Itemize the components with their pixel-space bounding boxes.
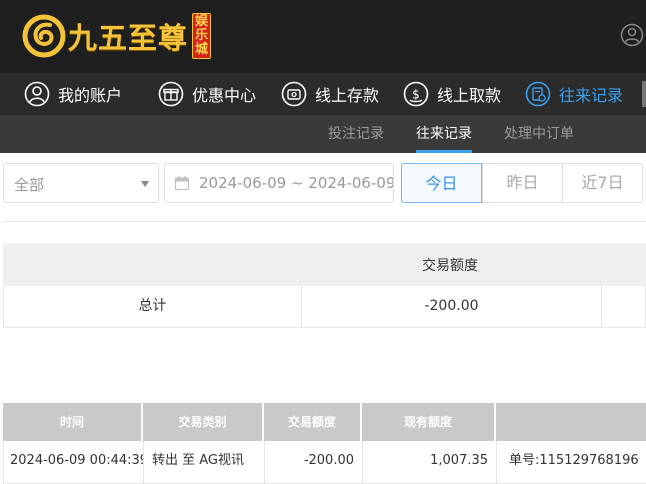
nav-item-label: 优惠中心	[192, 86, 257, 105]
summary-row: 总计 -200.00	[3, 286, 646, 328]
withdraw-icon: $	[403, 81, 429, 107]
nav-item-label: 往来记录	[559, 86, 624, 105]
quick-date-group: 今日 昨日 近7日	[401, 163, 643, 203]
calendar-icon	[174, 176, 190, 191]
main-nav: 我的账户 优惠中心 线上存款 $ 线上取款 往来记录	[0, 73, 646, 115]
nav-overflow-edge	[642, 81, 646, 107]
nav-item-promotions[interactable]: 优惠中心	[158, 73, 256, 115]
sub-nav: 投注记录 往来记录 处理中订单	[0, 115, 646, 153]
chevron-down-icon	[141, 181, 149, 187]
column-header-type: 交易类别	[143, 403, 264, 441]
brand-name: 九五至尊	[68, 21, 189, 55]
cell-time: 2024-06-09 00:44:39	[4, 441, 144, 483]
svg-text:$: $	[412, 88, 420, 102]
nav-item-online-withdraw[interactable]: $ 线上取款	[403, 73, 501, 115]
column-header-time: 时间	[3, 403, 143, 441]
column-header-balance: 现有额度	[362, 403, 496, 441]
column-header-amount: 交易额度	[264, 403, 362, 441]
section-divider	[3, 221, 646, 222]
brand-logo[interactable]: 九五至尊 娱 乐 城	[22, 8, 212, 64]
summary-total-value: -200.00	[302, 286, 602, 327]
nav-item-transaction-records[interactable]: 往来记录	[525, 73, 623, 115]
date-range-input[interactable]: 2024-06-09 ~ 2024-06-09	[164, 163, 394, 203]
cell-type: 转出 至 AG视讯	[144, 441, 265, 483]
transaction-type-value: 全部	[14, 176, 45, 194]
nav-item-label: 我的账户	[58, 86, 123, 105]
tab-bet-records[interactable]: 投注记录	[328, 115, 384, 153]
cell-amount: -200.00	[265, 441, 363, 483]
records-icon	[525, 81, 551, 107]
user-circle-icon	[24, 81, 50, 107]
nav-item-online-deposit[interactable]: 线上存款	[281, 73, 379, 115]
table-row: 2024-06-09 00:44:39 转出 至 AG视讯 -200.00 1,…	[3, 441, 646, 484]
brand-badge-char: 娱	[195, 14, 209, 29]
brand-badge: 娱 乐 城	[192, 13, 212, 59]
cell-balance: 1,007.35	[363, 441, 497, 483]
transaction-type-select[interactable]: 全部	[3, 163, 159, 203]
summary-header: 交易额度	[3, 243, 646, 286]
summary-header-label: 交易额度	[422, 258, 478, 274]
account-avatar-icon[interactable]	[620, 23, 644, 47]
gift-icon	[158, 81, 184, 107]
nav-item-label: 线上取款	[437, 86, 502, 105]
tab-transaction-records[interactable]: 往来记录	[416, 115, 472, 153]
summary-total-label: 总计	[4, 286, 302, 327]
last-7-days-button[interactable]: 近7日	[562, 164, 642, 202]
nav-item-label: 线上存款	[315, 86, 380, 105]
date-range-value: 2024-06-09 ~ 2024-06-09	[199, 174, 394, 192]
tab-pending-orders[interactable]: 处理中订单	[504, 115, 574, 153]
cell-note: 单号:115129768196	[509, 453, 639, 468]
records-table-header: 时间 交易类别 交易额度 现有额度	[3, 403, 646, 441]
nav-item-my-account[interactable]: 我的账户	[24, 73, 122, 115]
brand-badge-char: 城	[195, 42, 209, 57]
yesterday-button[interactable]: 昨日	[482, 164, 562, 202]
today-button[interactable]: 今日	[401, 163, 482, 203]
column-header-note	[496, 403, 646, 441]
site-header: 九五至尊 娱 乐 城	[0, 0, 646, 73]
brand-logo-mark-icon	[22, 14, 66, 58]
brand-badge-char: 乐	[195, 28, 209, 43]
deposit-icon	[281, 81, 307, 107]
